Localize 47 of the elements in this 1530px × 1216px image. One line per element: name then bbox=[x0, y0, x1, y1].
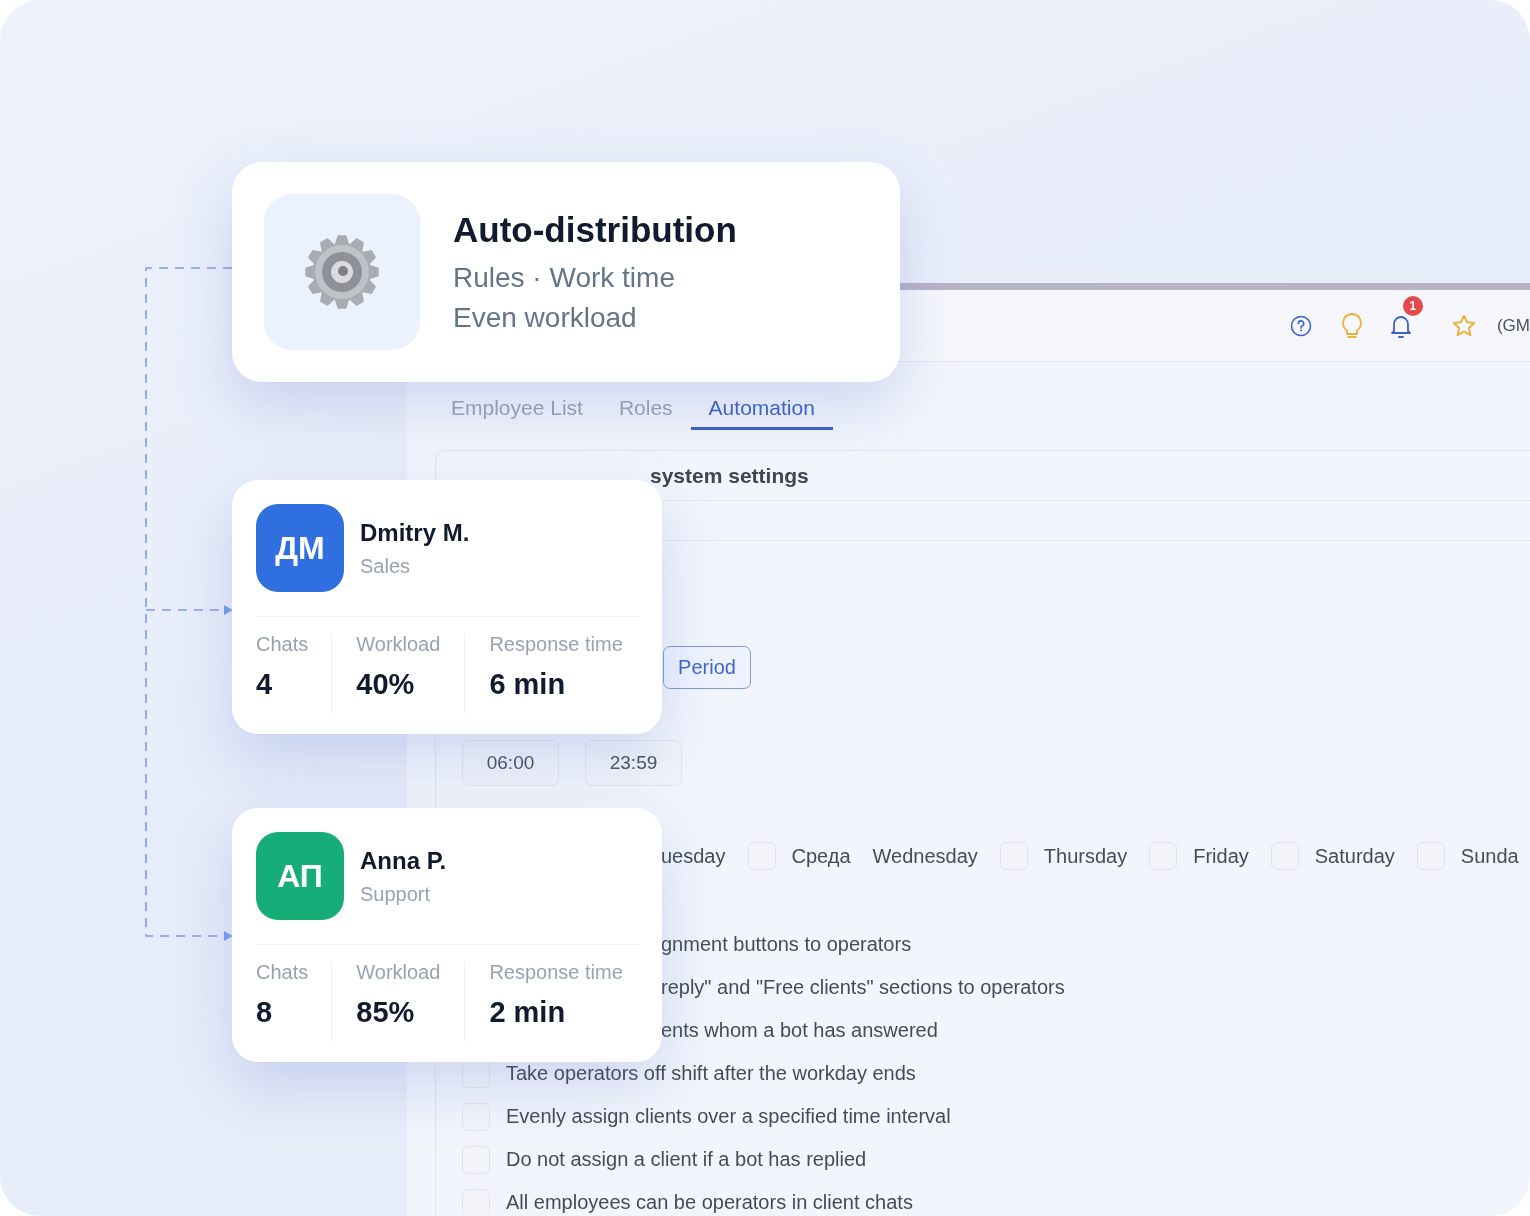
option-label: All employees can be operators in client chats bbox=[506, 1191, 913, 1214]
time-field[interactable]: 23:59 bbox=[585, 740, 682, 786]
section-title: system settings bbox=[650, 463, 809, 488]
time-field[interactable]: 06:00 bbox=[462, 740, 559, 786]
gear-icon bbox=[304, 234, 380, 310]
weekday-label: uesday bbox=[661, 844, 726, 868]
option-label: ents whom a bot has answered bbox=[661, 1019, 938, 1042]
employee-role: Support bbox=[360, 882, 432, 906]
weekday-label: Среда bbox=[791, 844, 851, 868]
stat-value: 40% bbox=[356, 668, 416, 701]
option-label: Do not assign a client if a bot has replied bbox=[506, 1148, 867, 1171]
weekday-label: Wednesday bbox=[872, 844, 978, 868]
employee-role: Sales bbox=[360, 554, 412, 578]
stat-value: 8 bbox=[256, 996, 274, 1029]
employee-name: Dmitry M. bbox=[360, 518, 470, 547]
star-icon[interactable] bbox=[1450, 312, 1477, 339]
option-label: Evenly assign clients over a specified time interval bbox=[506, 1105, 951, 1128]
avatar: ДМ bbox=[256, 504, 344, 592]
feature-subtitle: Rules · Work time bbox=[453, 262, 676, 294]
lightbulb-icon[interactable] bbox=[1339, 311, 1364, 340]
stat-value: 4 bbox=[256, 668, 274, 701]
tab[interactable]: Automation bbox=[690, 388, 833, 430]
checkbox[interactable] bbox=[462, 1102, 490, 1131]
feature-title: Auto-distribution bbox=[453, 210, 737, 250]
stat-value: 85% bbox=[356, 996, 416, 1029]
option-label: reply" and "Free clients" sections to operators bbox=[661, 976, 1065, 999]
notification-badge: 1 bbox=[1402, 295, 1423, 316]
stat-label: Response time bbox=[489, 633, 623, 656]
stat-value: 6 min bbox=[489, 668, 567, 701]
weekday-label: Saturday bbox=[1314, 844, 1395, 868]
stat-label: Workload bbox=[356, 961, 441, 984]
feature-subtitle: Even workload bbox=[453, 302, 638, 334]
employee-name: Anna P. bbox=[360, 846, 447, 875]
weekday-label: Sunda bbox=[1460, 844, 1519, 868]
weekday-label: Friday bbox=[1193, 844, 1249, 868]
timezone-label: (GM bbox=[1496, 315, 1530, 336]
help-icon[interactable] bbox=[1289, 314, 1312, 337]
option-label: gnment buttons to operators bbox=[661, 933, 912, 956]
stat-value: 2 min bbox=[489, 996, 567, 1029]
stat-label: Chats bbox=[256, 961, 309, 984]
avatar: АП bbox=[256, 832, 344, 920]
weekday-label: Thursday bbox=[1043, 844, 1128, 868]
option-label: Take operators off shift after the workday ends bbox=[506, 1062, 916, 1085]
stat-label: Workload bbox=[356, 633, 441, 656]
period-button[interactable]: Period bbox=[663, 646, 751, 689]
stat-label: Chats bbox=[256, 633, 309, 656]
stat-label: Response time bbox=[489, 961, 623, 984]
